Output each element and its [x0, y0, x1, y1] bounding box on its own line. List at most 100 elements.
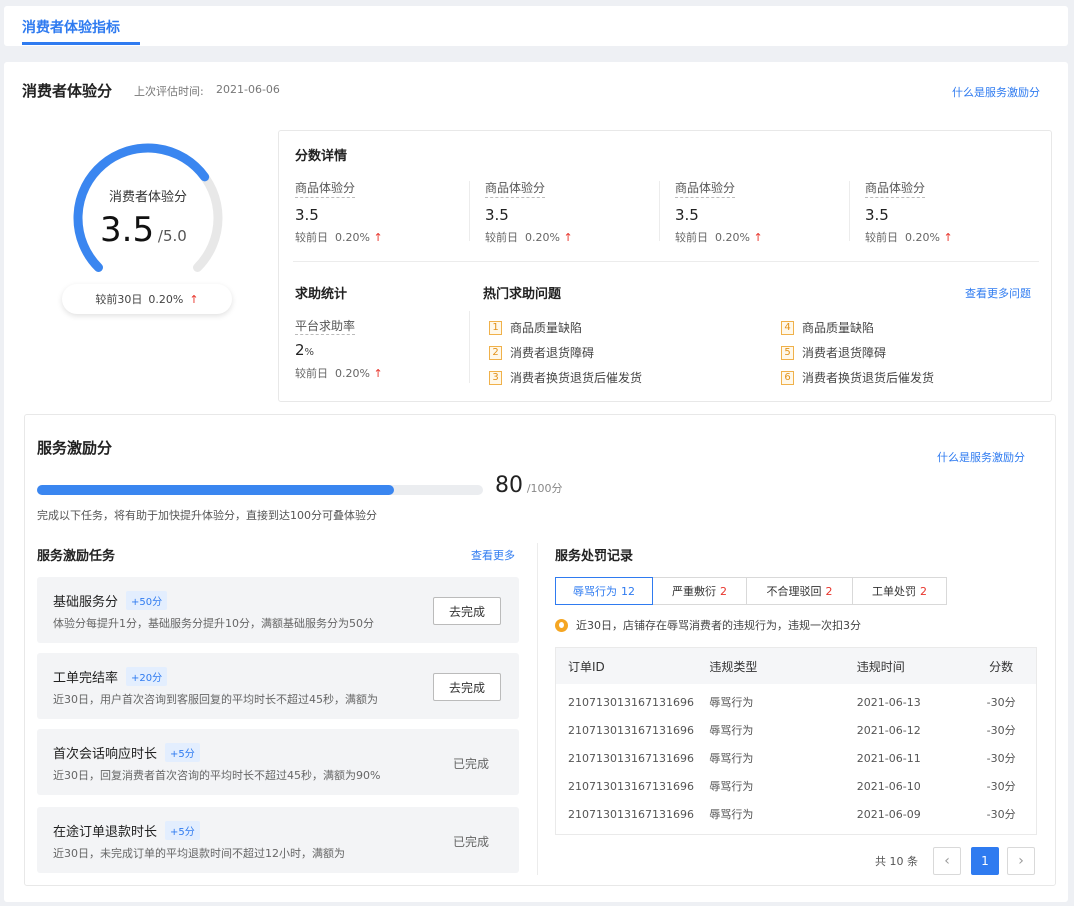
task-card: 基础服务分 +50分 体验分每提升1分，基础服务分提升10分，满额基础服务分为50… [37, 577, 519, 643]
metric-name[interactable]: 商品体验分 [675, 179, 736, 198]
task-card: 首次会话响应时长 +5分 近30日，回复消费者首次咨询的平均时长不超过45秒，满额… [37, 729, 519, 795]
hot-question-item[interactable]: 5 消费者退货障碍 [781, 344, 886, 361]
hot-question-item[interactable]: 6 消费者换货退货后催发货 [781, 369, 934, 386]
help-divider [469, 311, 470, 383]
task-title: 首次会话响应时长 [53, 747, 158, 762]
compare-value: 0.20% [148, 292, 184, 306]
task-go-button[interactable]: 去完成 [433, 597, 501, 625]
table-header: 订单ID 违规类型 违规时间 分数 [556, 648, 1036, 684]
pager-next-button[interactable]: › [1007, 847, 1035, 875]
task-done-status: 已完成 [452, 757, 489, 771]
progress-value: 80 [495, 473, 523, 498]
trend-up-icon: ↑ [373, 231, 383, 244]
incentive-title: 服务激励分 [37, 439, 113, 457]
col-score: 分数 [989, 659, 1014, 674]
active-tab-indicator [22, 42, 140, 45]
pager-total: 共 10 条 [875, 855, 918, 868]
hot-question-item[interactable]: 4 商品质量缺陷 [781, 319, 874, 336]
task-badge: +20分 [126, 667, 168, 686]
trend-up-icon: ↑ [563, 231, 573, 244]
table-row: 21071301316713​1696 辱骂行为 2021-06-13 -30分 [568, 695, 1016, 710]
tab-consumer-experience[interactable]: 消费者体验指标 [22, 17, 120, 37]
metric-name[interactable]: 商品体验分 [485, 179, 546, 198]
task-badge: +50分 [126, 591, 168, 610]
task-card: 工单完结率 +20分 近30日，用户首次咨询到客服回复的平均时长不超过45秒，满额… [37, 653, 519, 719]
col-time: 违规时间 [856, 659, 905, 674]
page-title: 消费者体验分 [22, 82, 113, 100]
hot-question-item[interactable]: 3 消费者换货退货后催发货 [489, 369, 642, 386]
help-rate-value-group: 2% [295, 341, 314, 359]
metric-compare: 较前日 0.20% ↑ [295, 231, 383, 244]
metric-compare: 较前日 0.20% ↑ [865, 231, 953, 244]
table-row: 210713013167131696 辱骂行为 2021-06-09 -30分 [568, 807, 1016, 822]
help-rate-unit: % [304, 347, 315, 358]
table-row: 210713013167131696 辱骂行为 2021-06-10 -30分 [568, 779, 1016, 794]
gauge-value-group: 3.5 /5.0 [100, 210, 187, 250]
metric-value: 3.5 [865, 206, 889, 224]
col-order-id: 订单ID [568, 659, 605, 674]
tab-insult[interactable]: 辱骂行为 12 [555, 577, 653, 605]
trend-up-icon: ↑ [189, 292, 199, 306]
help-rate-label[interactable]: 平台求助率 [295, 317, 356, 335]
score-detail-panel: 分数详情 商品体验分 3.5 较前日 0.20% ↑ 商品体验分 3.5 较前日… [278, 130, 1052, 402]
task-card: 在途订单退款时长 +5分 近30日，未完成订单的平均退款时间不超过12小时，满额为… [37, 807, 519, 873]
tab-ticket-penalty[interactable]: 工单处罚 2 [853, 577, 947, 605]
help-link-incentive[interactable]: 什么是服务激励分 [952, 84, 1040, 100]
metric-value: 3.5 [295, 206, 319, 224]
eval-time-label: 上次评估时间: [134, 85, 204, 98]
task-title: 在途订单退款时长 [53, 825, 158, 840]
warning-icon [555, 618, 568, 632]
pager-prev-button[interactable]: ‹ [933, 847, 961, 875]
col-type: 违规类型 [709, 659, 758, 674]
task-badge: +5分 [165, 743, 200, 762]
table-row: 210713013167131696 辱骂行为 2021-06-11 -30分 [568, 751, 1016, 766]
gauge-max: /5.0 [157, 227, 187, 245]
tab-perfunctory[interactable]: 严重敷衍 2 [653, 577, 747, 605]
metric-card: 商品体验分 3.5 较前日 0.20% ↑ [865, 179, 1045, 245]
more-questions-link[interactable]: 查看更多问题 [965, 285, 1031, 301]
section-divider [537, 543, 538, 875]
metric-divider [849, 181, 850, 241]
metric-divider [469, 181, 470, 241]
compare-label: 较前30日 [95, 293, 143, 306]
gauge-label: 消费者体验分 [108, 190, 187, 205]
main-card: 消费者体验分 上次评估时间: 2021-06-06 什么是服务激励分 消费者体验… [4, 62, 1068, 902]
gauge-value: 3.5 [100, 210, 155, 250]
task-go-button[interactable]: 去完成 [433, 673, 501, 701]
help-rate-value: 2 [295, 341, 305, 359]
task-badge: +5分 [165, 821, 200, 840]
tab-unreasonable-reject[interactable]: 不合理驳回 2 [747, 577, 853, 605]
progress-max: /100分 [526, 482, 563, 495]
tasks-more-link[interactable]: 查看更多 [471, 547, 515, 563]
metric-value: 3.5 [675, 206, 699, 224]
task-done-status: 已完成 [452, 835, 489, 849]
penalty-notice-text: 近30日，店铺存在辱骂消费者的违规行为，违规一次扣3分 [576, 619, 861, 632]
help-rate-compare: 较前日 0.20% ↑ [295, 367, 383, 380]
pager-page-1[interactable]: 1 [971, 847, 999, 875]
metric-name[interactable]: 商品体验分 [295, 179, 356, 198]
penalty-table: 订单ID 违规类型 违规时间 分数 21071301316713​1696 辱骂行… [555, 647, 1037, 835]
hot-question-item[interactable]: 1 商品质量缺陷 [489, 319, 582, 336]
metric-value: 3.5 [485, 206, 509, 224]
metric-name[interactable]: 商品体验分 [865, 179, 926, 198]
metric-compare: 较前日 0.20% ↑ [485, 231, 573, 244]
metric-card: 商品体验分 3.5 较前日 0.20% ↑ [295, 179, 475, 245]
incentive-help-link[interactable]: 什么是服务激励分 [937, 449, 1025, 465]
task-desc: 近30日，未完成订单的平均退款时间不超过12小时，满额为 [53, 847, 345, 860]
panel-divider [293, 261, 1039, 262]
progress-fill [37, 485, 394, 495]
tasks-title: 服务激励任务 [37, 549, 116, 564]
hot-question-item[interactable]: 2 消费者退货障碍 [489, 344, 594, 361]
task-title: 工单完结率 [53, 671, 119, 686]
progress-value-group: 80 /100分 [495, 473, 563, 498]
metric-divider [659, 181, 660, 241]
trend-up-icon: ↑ [373, 367, 383, 380]
trend-up-icon: ↑ [943, 231, 953, 244]
hot-questions-title: 热门求助问题 [483, 287, 562, 302]
task-desc: 体验分每提升1分，基础服务分提升10分，满额基础服务分为50分 [53, 617, 374, 630]
trend-up-icon: ↑ [753, 231, 763, 244]
penalty-notice: 近30日，店铺存在辱骂消费者的违规行为，违规一次扣3分 [555, 617, 861, 633]
table-row: 210713013167131696 辱骂行为 2021-06-12 -30分 [568, 723, 1016, 738]
task-title: 基础服务分 [53, 595, 119, 610]
table-body: 21071301316713​1696 辱骂行为 2021-06-13 -30分 21… [556, 684, 1036, 834]
